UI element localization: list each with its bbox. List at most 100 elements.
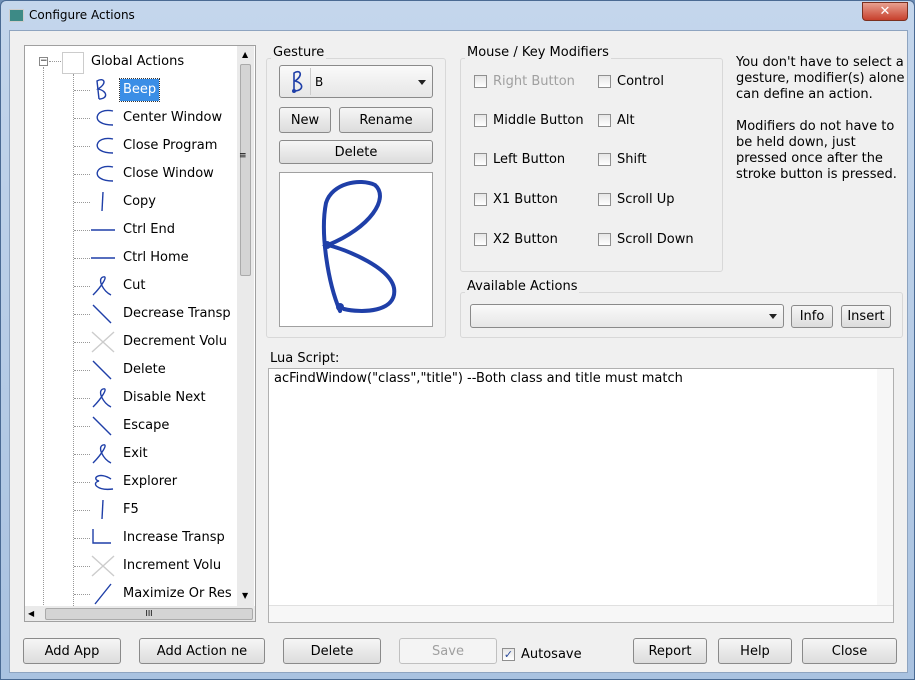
checkbox-icon[interactable]: [474, 153, 487, 166]
modifier-checkbox[interactable]: Right Button: [474, 74, 575, 89]
checkbox-icon[interactable]: [474, 114, 487, 127]
tree-item[interactable]: F5: [123, 499, 139, 521]
gesture-select-value: B: [315, 75, 324, 89]
gesture-loop-icon: [92, 276, 112, 296]
tree-item[interactable]: Center Window: [123, 107, 222, 129]
tree-item[interactable]: Close Window: [123, 163, 214, 185]
modifier-checkbox[interactable]: Alt: [598, 113, 635, 128]
info-button[interactable]: Info: [791, 305, 833, 328]
delete-gesture-button[interactable]: Delete: [279, 140, 433, 164]
help-text: You don't have to select a gesture, modi…: [736, 55, 905, 182]
tree-item[interactable]: Copy: [123, 191, 156, 213]
checkbox-icon[interactable]: [598, 233, 611, 246]
tree-item[interactable]: Ctrl End: [123, 219, 175, 241]
modifier-checkbox[interactable]: Control: [598, 74, 664, 89]
checkbox-checked-icon[interactable]: ✓: [502, 648, 515, 661]
gesture-c-icon: [96, 109, 114, 126]
vertical-scrollbar[interactable]: ≡ ▲ ▼: [237, 46, 254, 606]
tree-item[interactable]: Ctrl Home: [123, 247, 189, 269]
gesture-down-icon: [101, 191, 104, 212]
app-icon: [9, 9, 24, 22]
new-gesture-button[interactable]: New: [279, 107, 331, 133]
tree-item[interactable]: Cut: [123, 275, 145, 297]
chevron-down-icon: [769, 314, 777, 323]
modifier-checkbox[interactable]: Left Button: [474, 152, 565, 167]
tree-item[interactable]: Decrement Volu: [123, 331, 227, 353]
scroll-thumb[interactable]: [240, 64, 251, 276]
tree-item[interactable]: Delete: [123, 359, 166, 381]
checkbox-icon[interactable]: [598, 153, 611, 166]
close-button[interactable]: Close: [802, 638, 897, 664]
autosave-checkbox[interactable]: ✓ Autosave: [502, 647, 582, 662]
gesture-c-icon: [96, 137, 114, 154]
modifier-checkbox[interactable]: X2 Button: [474, 232, 558, 247]
lua-script-label: Lua Script:: [270, 351, 340, 366]
save-button[interactable]: Save: [399, 638, 497, 664]
tree-item[interactable]: Close Program: [123, 135, 217, 157]
modifier-checkbox[interactable]: Scroll Up: [598, 192, 675, 207]
scroll-down-icon[interactable]: ▼: [242, 591, 248, 600]
gesture-diagonal-icon: [92, 416, 112, 436]
tree-item[interactable]: Increase Transp: [123, 527, 225, 549]
gesture-diagonal-icon: [92, 360, 112, 380]
checkbox-icon[interactable]: [598, 75, 611, 88]
checkbox-icon[interactable]: [474, 75, 487, 88]
gesture-right-icon: [91, 257, 115, 259]
tree-root-global-actions[interactable]: Global Actions: [91, 51, 184, 73]
gesture-stroke-b: [321, 180, 397, 313]
window-close-button[interactable]: ✕: [862, 2, 908, 21]
report-button[interactable]: Report: [633, 638, 707, 664]
gesture-b-icon: [96, 79, 107, 100]
gesture-group-label: Gesture: [271, 45, 327, 60]
gesture-preview: [279, 172, 433, 327]
actions-tree[interactable]: − Global Actions Beep Center Window Clos…: [24, 45, 256, 622]
rename-gesture-button[interactable]: Rename: [339, 107, 433, 133]
gesture-up-icon: [94, 583, 112, 605]
gesture-down-icon: [101, 499, 104, 520]
gesture-x-icon: [91, 555, 115, 577]
delete-button[interactable]: Delete: [283, 638, 381, 664]
add-action-button[interactable]: Add Action ​​ne: [139, 638, 265, 664]
tree-item[interactable]: Disable Next: [123, 387, 206, 409]
lua-script-code[interactable]: acFindWindow("class","title") --Both cla…: [274, 371, 683, 386]
scroll-up-icon[interactable]: ▲: [242, 50, 248, 59]
tree-item[interactable]: Increment Volu: [123, 555, 221, 577]
scroll-left-icon[interactable]: ◀: [28, 609, 34, 618]
checkbox-icon[interactable]: [598, 114, 611, 127]
tree-item[interactable]: Explorer: [123, 471, 177, 493]
chevron-down-icon: [418, 79, 426, 89]
checkbox-icon[interactable]: [598, 193, 611, 206]
tree-item[interactable]: Maximize Or Res: [123, 583, 232, 605]
available-actions-label: Available Actions: [465, 279, 580, 294]
gesture-right-icon: [91, 229, 115, 231]
lua-script-editor[interactable]: acFindWindow("class","title") --Both cla…: [268, 368, 894, 623]
help-button[interactable]: Help: [718, 638, 792, 664]
insert-button[interactable]: Insert: [841, 305, 891, 328]
modifiers-group-label: Mouse / Key Modifiers: [465, 45, 611, 60]
editor-horizontal-scrollbar[interactable]: [269, 605, 893, 622]
checkbox-icon[interactable]: [474, 233, 487, 246]
gesture-corner-icon: [92, 529, 111, 544]
tree-item[interactable]: Escape: [123, 415, 169, 437]
available-actions-select[interactable]: [470, 304, 784, 328]
collapse-icon[interactable]: −: [39, 57, 48, 66]
horizontal-scrollbar[interactable]: ◀ III: [25, 606, 255, 621]
add-app-button[interactable]: Add App: [23, 638, 121, 664]
window-title: Configure Actions: [29, 8, 135, 22]
gesture-select[interactable]: B: [279, 65, 433, 98]
gesture-e-icon: [94, 474, 114, 491]
scroll-thumb-h[interactable]: III: [45, 608, 253, 620]
gesture-c-icon: [96, 165, 114, 182]
tree-item[interactable]: Exit: [123, 443, 148, 465]
tree-item[interactable]: Beep: [118, 78, 161, 102]
checkbox-icon[interactable]: [474, 193, 487, 206]
folder-icon: [62, 52, 84, 74]
gesture-x-icon: [91, 331, 115, 353]
modifier-checkbox[interactable]: X1 Button: [474, 192, 558, 207]
modifier-checkbox[interactable]: Shift: [598, 152, 647, 167]
tree-item[interactable]: Decrease Transp: [123, 303, 231, 325]
modifier-checkbox[interactable]: Middle Button: [474, 113, 584, 128]
editor-vertical-scrollbar[interactable]: [877, 369, 893, 605]
modifier-checkbox[interactable]: Scroll Down: [598, 232, 694, 247]
gesture-loop-icon: [92, 388, 112, 408]
